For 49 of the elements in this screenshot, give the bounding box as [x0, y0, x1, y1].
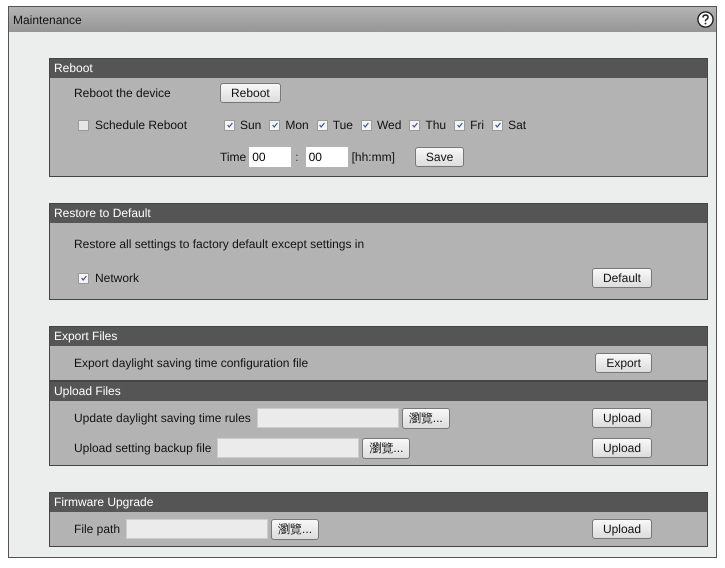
checkbox[interactable] — [78, 120, 89, 130]
help-icon[interactable] — [697, 11, 714, 28]
upload-button[interactable]: Upload — [592, 438, 652, 458]
browse-button[interactable]: 瀏覽... — [402, 408, 450, 428]
checked-checkbox[interactable] — [269, 120, 280, 130]
section-header: Upload Files — [50, 382, 707, 401]
field-label: Update daylight saving time rules — [74, 411, 251, 425]
browse-button[interactable]: 瀏覽... — [362, 438, 410, 458]
default-button[interactable]: Default — [592, 268, 652, 288]
checked-checkbox[interactable] — [454, 120, 466, 130]
checked-checkbox[interactable] — [409, 120, 420, 130]
day-label: Sun — [240, 118, 262, 132]
file-path-field[interactable] — [256, 408, 399, 428]
time-label: Time — [220, 150, 246, 164]
checkbox-label: Network — [95, 271, 140, 285]
section-header: Reboot — [50, 59, 707, 78]
section-header: Restore to Default — [50, 204, 707, 223]
upload-button[interactable]: Upload — [592, 408, 652, 428]
upload-button[interactable]: Upload — [592, 519, 652, 539]
checked-checkbox[interactable] — [360, 120, 372, 130]
field-label: Reboot the device — [74, 86, 172, 100]
day-label: Sat — [508, 118, 526, 132]
checked-checkbox[interactable] — [78, 272, 89, 284]
time-separator: : — [295, 150, 299, 164]
browse-button[interactable]: 瀏覽... — [271, 518, 320, 540]
field-label: Upload setting backup file — [74, 441, 212, 455]
checkbox-label: Schedule Reboot — [95, 118, 188, 132]
window-title: Maintenance — [13, 12, 82, 26]
time-format-label: [hh:mm] — [352, 150, 395, 164]
file-path-field[interactable] — [126, 519, 268, 539]
checked-checkbox[interactable] — [224, 120, 235, 130]
description-text: Export daylight saving time configuration file — [74, 356, 308, 370]
checked-checkbox[interactable] — [492, 120, 504, 130]
save-button[interactable]: Save — [414, 147, 464, 167]
field-label: File path — [74, 522, 120, 536]
day-label: Thu — [425, 118, 446, 132]
hour-field[interactable]: 00 — [249, 147, 292, 167]
day-label: Tue — [332, 118, 353, 132]
checked-checkbox[interactable] — [316, 120, 328, 130]
reboot-button[interactable]: Reboot — [220, 83, 281, 103]
export-button[interactable]: Export — [595, 353, 652, 373]
day-label: Fri — [470, 118, 484, 132]
minute-field[interactable]: 00 — [306, 147, 348, 167]
section-header: Firmware Upgrade — [50, 493, 707, 512]
description-text: Restore all settings to factory default except settings in — [74, 237, 364, 251]
day-label: Wed — [376, 118, 402, 132]
day-label: Mon — [285, 118, 309, 132]
section-header: Export Files — [50, 327, 707, 346]
file-path-field[interactable] — [217, 438, 360, 458]
